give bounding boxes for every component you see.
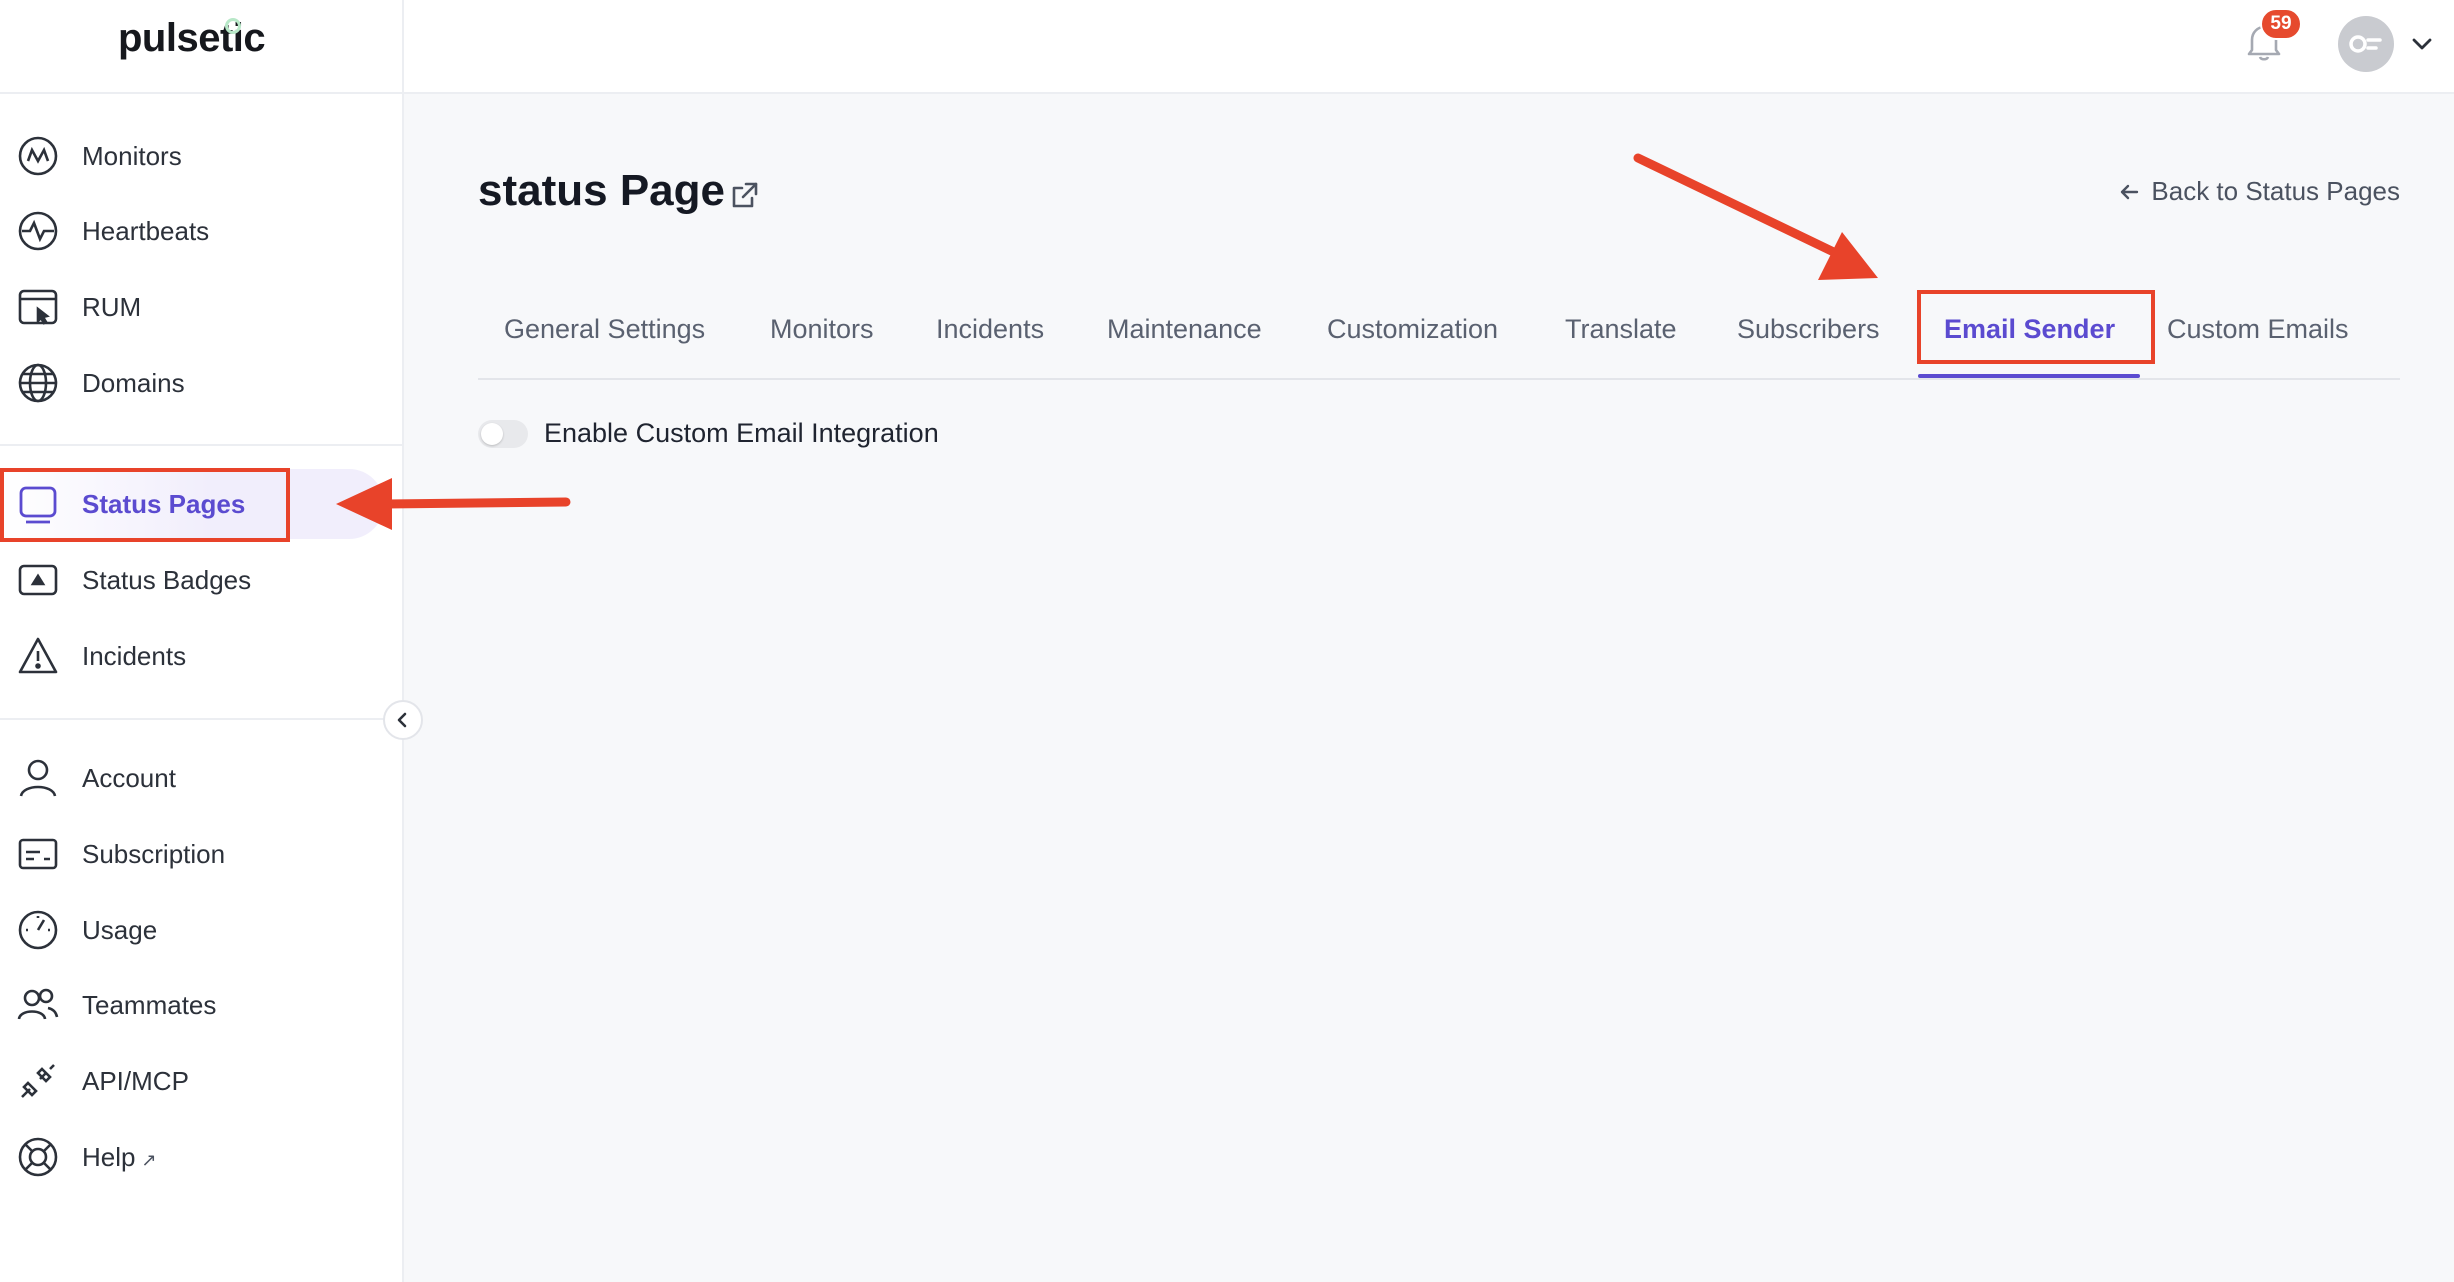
tab-general-settings[interactable]: General Settings [504,314,705,345]
sidebar-item-teammates[interactable]: Teammates [0,970,384,1040]
sidebar-item-label: API/MCP [82,1065,189,1096]
status-page-icon [16,482,60,526]
back-to-status-pages-link[interactable]: Back to Status Pages [2117,176,2400,207]
avatar[interactable] [2338,16,2394,72]
sidebar-item-label: Status Badges [82,564,252,595]
active-tab-indicator [1918,374,2140,378]
sidebar-item-api-mcp[interactable]: API/MCP [0,1046,384,1116]
heartbeat-icon [16,209,60,253]
sidebar-item-label: Account [82,762,176,793]
tab-translate[interactable]: Translate [1565,314,1677,345]
sidebar-item-label: Help ↗ [82,1141,157,1172]
user-avatar-icon [2349,35,2382,53]
brand-logo[interactable]: pulsetic [118,16,266,61]
arrow-left-icon [2121,184,2139,199]
tab-customization[interactable]: Customization [1327,314,1498,345]
status-page-tabs: General Settings Monitors Incidents Main… [478,296,2400,380]
monitor-wave-icon [16,134,60,178]
gauge-icon [16,908,60,952]
tab-incidents[interactable]: Incidents [936,314,1044,345]
logo-area: pulsetic [0,0,402,94]
custom-email-integration-toggle[interactable] [478,419,528,448]
users-icon [16,983,60,1027]
tab-custom-emails[interactable]: Custom Emails [2167,314,2349,345]
external-link-icon[interactable] [728,178,762,212]
globe-icon [16,361,60,405]
tab-monitors[interactable]: Monitors [770,314,874,345]
sidebar-item-label: Domains [82,367,185,398]
chevron-left-icon [397,712,407,728]
sidebar-item-status-badges[interactable]: Status Badges [0,545,384,615]
sidebar-item-status-pages[interactable]: Status Pages [0,469,384,539]
sidebar-item-monitors[interactable]: Monitors [0,121,384,191]
sidebar-item-label: Subscription [82,838,226,869]
sidebar-item-domains[interactable]: Domains [0,348,384,418]
chevron-down-icon[interactable] [2406,28,2438,60]
notification-count-badge: 59 [2260,8,2302,40]
user-icon [16,756,60,800]
sidebar-item-usage[interactable]: Usage [0,895,384,965]
sidebar-divider [0,444,404,446]
sidebar-item-account[interactable]: Account [0,743,384,813]
sidebar-item-heartbeats[interactable]: Heartbeats [0,196,384,266]
back-link-label: Back to Status Pages [2151,176,2400,206]
sidebar-item-label: Monitors [82,140,182,171]
sidebar-item-label: Usage [82,914,158,945]
sidebar-item-incidents[interactable]: Incidents [0,621,384,691]
sidebar-item-rum[interactable]: RUM [0,272,384,342]
topbar [404,0,2454,94]
page-title: status Page [478,166,725,215]
sidebar-item-label: RUM [82,291,142,322]
sidebar-item-label: Teammates [82,989,217,1020]
sidebar-item-label: Heartbeats [82,215,210,246]
rum-window-icon [16,285,60,329]
status-badge-icon [16,558,60,602]
warning-triangle-icon [16,634,60,678]
tab-maintenance[interactable]: Maintenance [1107,314,1262,345]
external-link-icon: ↗ [141,1149,157,1170]
toggle-label: Enable Custom Email Integration [544,418,939,448]
custom-email-integration-row: Enable Custom Email Integration [478,418,939,449]
annotation-arrow-diagonal [1633,153,1878,280]
sidebar-divider [0,718,404,720]
tab-email-sender[interactable]: Email Sender [1944,314,2115,345]
sidebar-item-label: Status Pages [82,488,246,519]
logo-pulse-icon [225,18,241,34]
sidebar: pulsetic Monitors Heartbeats RUM Domains… [0,0,404,1282]
tab-subscribers[interactable]: Subscribers [1737,314,1880,345]
lifebuoy-icon [16,1135,60,1179]
sidebar-item-subscription[interactable]: Subscription [0,819,384,889]
plug-icon [16,1059,60,1103]
sidebar-collapse-button[interactable] [383,700,423,740]
sidebar-item-help[interactable]: Help ↗ [0,1122,384,1192]
sidebar-item-label: Incidents [82,640,187,671]
subscription-card-icon [16,832,60,876]
